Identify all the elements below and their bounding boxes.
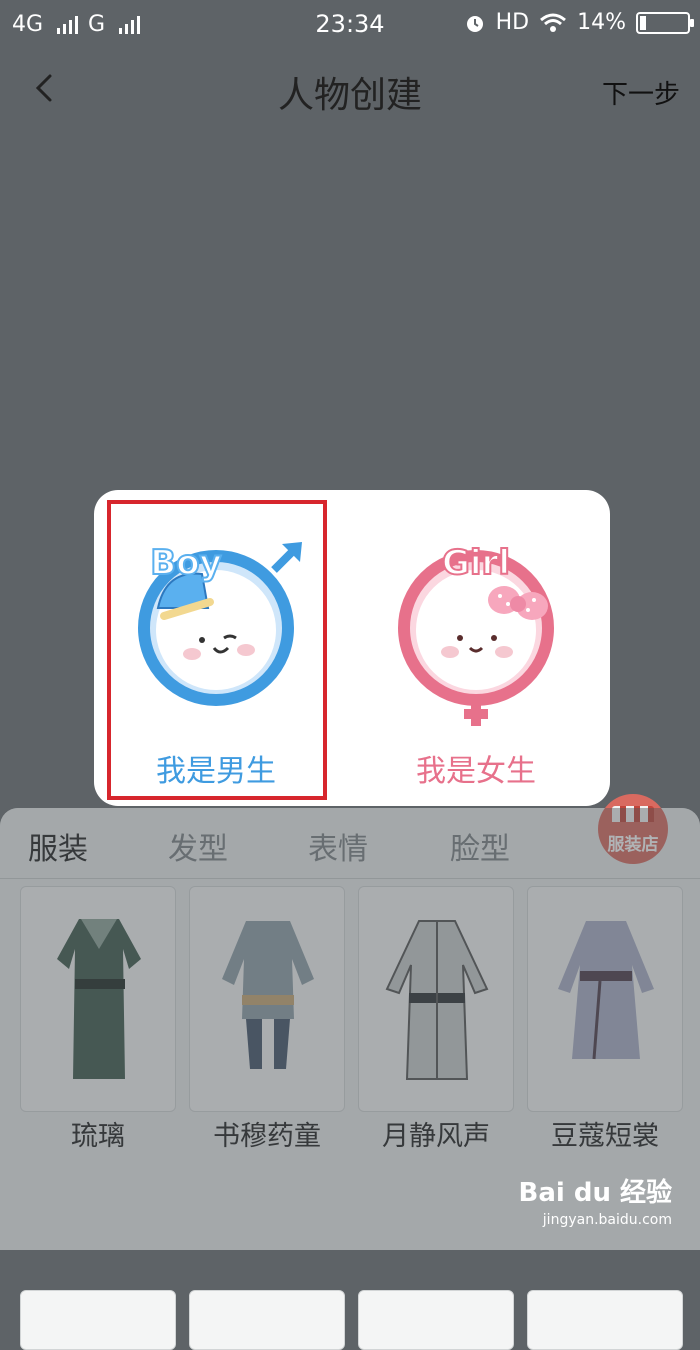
nav-bar: 人物创建 下一步 bbox=[0, 50, 700, 130]
battery-percent: 14% bbox=[577, 10, 626, 35]
status-bar: 4G G 23:34 HD 14% bbox=[0, 0, 700, 50]
battery-icon bbox=[636, 11, 694, 34]
outfit-card[interactable] bbox=[20, 1290, 176, 1350]
outfit-card[interactable] bbox=[527, 1290, 683, 1350]
girl-option[interactable]: Girl 我是女生 bbox=[366, 490, 586, 806]
selection-highlight bbox=[107, 500, 327, 800]
watermark-brand: Bai du 经验 bbox=[518, 1178, 673, 1208]
girl-label: 我是女生 bbox=[416, 754, 536, 789]
girl-badge: Girl bbox=[442, 543, 510, 583]
page-title: 人物创建 bbox=[277, 75, 422, 116]
watermark-url: jingyan.baidu.com bbox=[542, 1212, 672, 1228]
hd-label: HD bbox=[495, 10, 530, 35]
outfit-card[interactable] bbox=[358, 1290, 514, 1350]
watermark: Bai du 经验 jingyan.baidu.com bbox=[518, 1172, 673, 1228]
alarm-icon bbox=[466, 15, 483, 32]
wifi-icon bbox=[540, 13, 567, 32]
outfit-card[interactable] bbox=[189, 1290, 345, 1350]
next-step-button[interactable]: 下一步 bbox=[602, 74, 680, 111]
girl-avatar-icon: Girl bbox=[398, 542, 554, 726]
battery-fill bbox=[640, 15, 646, 30]
